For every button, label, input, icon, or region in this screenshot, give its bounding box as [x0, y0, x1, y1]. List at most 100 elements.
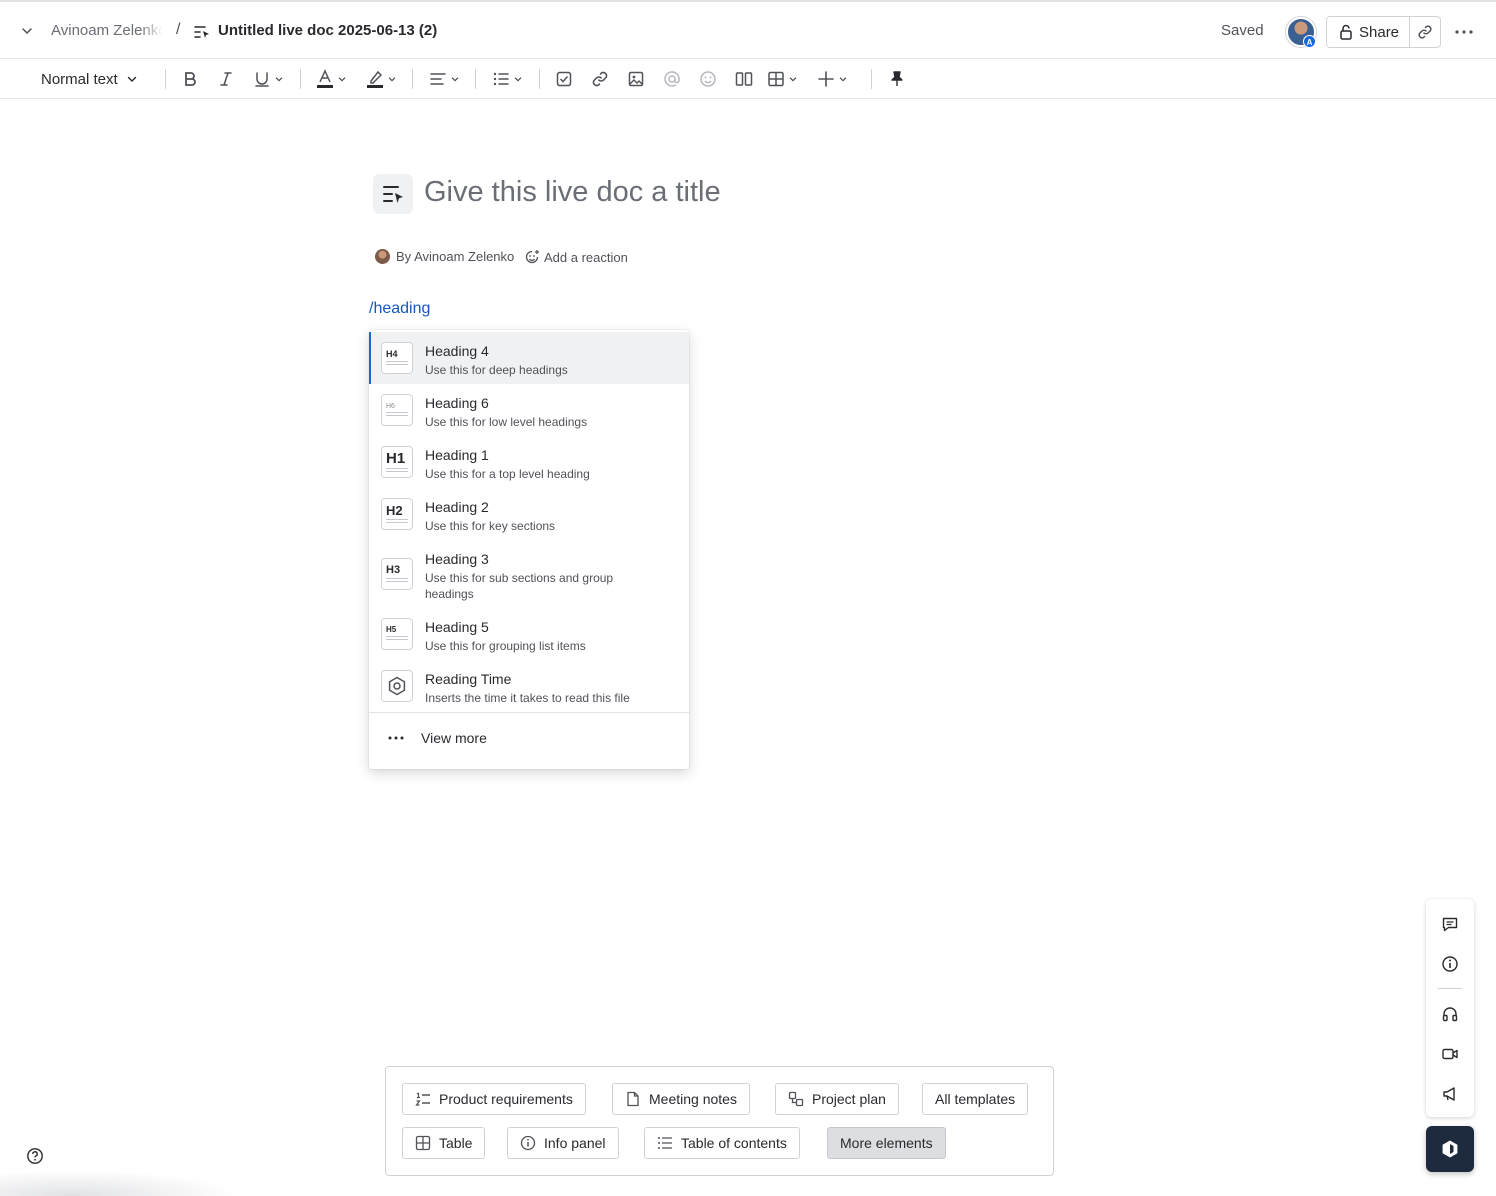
element-label: More elements	[840, 1135, 933, 1151]
page-title-input[interactable]: Give this live doc a title	[424, 176, 721, 209]
emoji-icon	[699, 70, 717, 88]
menu-item-heading-2[interactable]: H2 Heading 2 Use this for key sections	[369, 488, 689, 540]
highlight-icon	[366, 69, 384, 89]
text-color-icon	[316, 69, 334, 89]
table-of-contents-button[interactable]: Table of contents	[644, 1127, 800, 1159]
chevron-down-icon	[513, 74, 523, 84]
details-button[interactable]	[1438, 952, 1462, 976]
add-reaction-label: Add a reaction	[544, 249, 628, 265]
table-dropdown[interactable]	[767, 69, 798, 89]
menu-item-reading-time[interactable]: Reading Time Inserts the time it takes t…	[369, 660, 689, 712]
template-label: Product requirements	[439, 1091, 573, 1107]
project-icon	[788, 1091, 804, 1107]
megaphone-icon	[1441, 1085, 1459, 1103]
menu-item-heading-1[interactable]: H1 Heading 1 Use this for a top level he…	[369, 436, 689, 488]
menu-item-description: Use this for a top level heading	[425, 467, 590, 481]
text-style-label: Normal text	[41, 70, 118, 88]
text-color-dropdown[interactable]	[316, 69, 347, 89]
list-dropdown[interactable]	[492, 69, 523, 89]
italic-button[interactable]	[217, 69, 235, 89]
rovo-icon	[1440, 1139, 1460, 1159]
list-icon	[657, 1135, 673, 1151]
chevron-down-icon	[337, 74, 347, 84]
pin-toolbar-button[interactable]	[888, 69, 906, 89]
image-button[interactable]	[627, 69, 645, 89]
rail-divider	[1438, 988, 1462, 989]
table-icon	[415, 1135, 431, 1151]
table-button[interactable]: Table	[402, 1127, 486, 1159]
chevron-down-icon	[387, 74, 397, 84]
toolbar-divider	[871, 69, 872, 89]
link-button[interactable]	[591, 69, 609, 89]
menu-item-title: Heading 1	[425, 447, 489, 463]
bold-button[interactable]	[181, 69, 199, 89]
insert-icon	[817, 70, 835, 88]
menu-item-title: Heading 6	[425, 395, 489, 411]
menu-item-description: Use this for deep headings	[425, 363, 568, 377]
align-icon	[429, 70, 447, 88]
add-reaction-button[interactable]: Add a reaction	[524, 249, 628, 265]
alignment-dropdown[interactable]	[429, 69, 460, 89]
live-doc-icon	[380, 181, 406, 207]
heading-6-icon: H6	[381, 394, 413, 426]
underline-icon	[253, 70, 271, 88]
menu-item-heading-3[interactable]: H3 Heading 3 Use this for sub sections a…	[369, 540, 689, 608]
mention-button[interactable]	[663, 69, 681, 89]
pin-icon	[888, 70, 906, 88]
toolbar-divider	[475, 69, 476, 89]
toolbar-divider	[539, 69, 540, 89]
audio-button[interactable]	[1438, 1002, 1462, 1026]
menu-item-heading-5[interactable]: H5 Heading 5 Use this for grouping list …	[369, 608, 689, 660]
more-elements-button[interactable]: More elements	[827, 1127, 946, 1159]
view-more-button[interactable]: View more	[387, 726, 487, 750]
help-icon	[26, 1147, 44, 1165]
layout-button[interactable]	[735, 69, 753, 89]
comments-button[interactable]	[1438, 912, 1462, 936]
copy-link-button[interactable]	[1409, 16, 1441, 48]
emoji-button[interactable]	[699, 69, 717, 89]
breadcrumb-space[interactable]: Avinoam Zelenko	[51, 22, 163, 39]
chevron-down-icon	[838, 74, 848, 84]
template-label: Project plan	[812, 1091, 886, 1107]
editor-toolbar: Normal text	[0, 58, 1496, 99]
live-doc-emoji-button[interactable]	[373, 174, 413, 214]
chevron-down-icon	[788, 74, 798, 84]
bold-icon	[181, 70, 199, 88]
menu-item-heading-4[interactable]: H4 Heading 4 Use this for deep headings	[369, 332, 689, 384]
announcement-button[interactable]	[1438, 1082, 1462, 1106]
share-label: Share	[1359, 23, 1400, 41]
info-icon	[520, 1135, 536, 1151]
help-button[interactable]	[26, 1147, 44, 1165]
underline-dropdown[interactable]	[253, 69, 284, 89]
highlight-dropdown[interactable]	[366, 69, 397, 89]
numbered-list-icon	[415, 1091, 431, 1107]
product-requirements-button[interactable]: Product requirements	[402, 1083, 586, 1115]
action-item-button[interactable]	[555, 69, 573, 89]
heading-1-icon: H1	[381, 446, 413, 478]
page-icon	[625, 1091, 641, 1107]
lock-icon	[1339, 24, 1353, 40]
element-label: Table of contents	[681, 1135, 787, 1151]
info-panel-button[interactable]: Info panel	[507, 1127, 619, 1159]
link-icon	[591, 70, 609, 88]
meeting-notes-button[interactable]: Meeting notes	[612, 1083, 750, 1115]
breadcrumb-doc-title[interactable]: Untitled live doc 2025-06-13 (2)	[218, 22, 437, 39]
rovo-chat-button[interactable]	[1426, 1126, 1474, 1172]
menu-item-title: Heading 2	[425, 499, 489, 515]
all-templates-button[interactable]: All templates	[922, 1083, 1029, 1115]
chevron-down-icon[interactable]	[18, 22, 36, 40]
text-style-dropdown[interactable]: Normal text	[41, 69, 138, 89]
project-plan-button[interactable]: Project plan	[775, 1083, 899, 1115]
share-button[interactable]: Share	[1326, 16, 1410, 48]
more-icon	[387, 735, 405, 741]
more-actions-button[interactable]	[1452, 20, 1476, 44]
view-more-label: View more	[421, 730, 487, 746]
slash-command-text[interactable]: /heading	[369, 300, 430, 318]
more-icon	[1454, 29, 1474, 35]
headphones-icon	[1441, 1005, 1459, 1023]
menu-item-heading-6[interactable]: H6 Heading 6 Use this for low level head…	[369, 384, 689, 436]
byline-text[interactable]: By Avinoam Zelenko	[396, 249, 514, 264]
chevron-down-icon	[274, 74, 284, 84]
insert-dropdown[interactable]	[817, 69, 848, 89]
video-button[interactable]	[1438, 1042, 1462, 1066]
